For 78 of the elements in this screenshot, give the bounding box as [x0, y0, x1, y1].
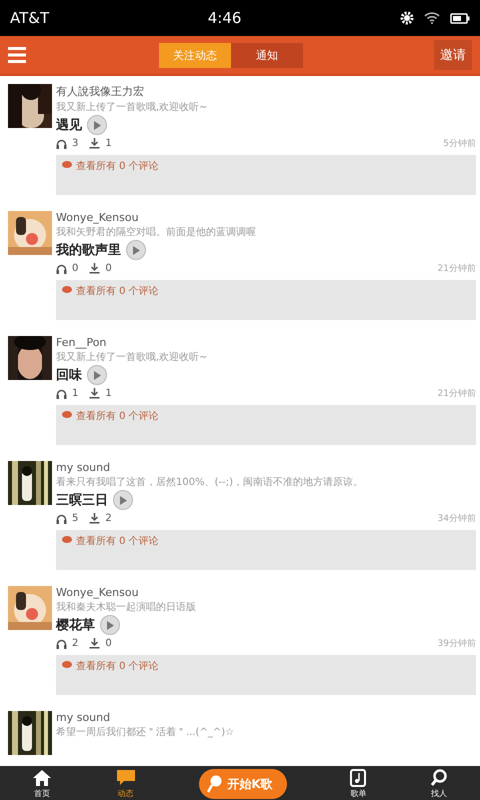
view-comments-link[interactable]: 查看所有 0 个评论: [76, 659, 159, 673]
play-count: 3: [72, 138, 78, 149]
music-note-icon: [350, 769, 366, 787]
speech-bubble-icon: [62, 161, 72, 169]
nav-tab[interactable]: 歌单: [350, 769, 366, 799]
post-time: 21分钟前: [438, 262, 476, 275]
download-icon: [89, 388, 100, 399]
nav-tab[interactable]: 找人: [430, 769, 448, 799]
download-count: 0: [105, 638, 112, 649]
clock: 4:46: [206, 9, 242, 27]
download-count: 1: [105, 138, 112, 149]
headphones-icon: [56, 264, 67, 274]
play-button[interactable]: [113, 490, 133, 510]
chat-icon: [116, 769, 136, 787]
user-name[interactable]: Fen__Pon: [56, 336, 476, 349]
play-count: 2: [72, 638, 78, 649]
nav-tab[interactable]: 首页: [32, 769, 52, 799]
play-count: 1: [72, 388, 78, 399]
headphones-icon: [56, 638, 67, 648]
view-comments-link[interactable]: 查看所有 0 个评论: [76, 409, 159, 423]
home-icon: [32, 769, 52, 787]
user-name[interactable]: Wonye_Kensou: [56, 586, 476, 599]
play-icon: [93, 120, 101, 130]
speech-bubble-icon: [62, 286, 72, 294]
download-count: 2: [105, 513, 112, 524]
play-button[interactable]: [87, 115, 107, 135]
post-time: 34分钟前: [438, 512, 476, 525]
song-title[interactable]: 遇见: [56, 116, 82, 134]
post-message: 我和矢野君的隔空对唱。前面是他的蓝调调喔: [56, 226, 257, 239]
post-message: 希望一周后我们都还＂活着＂...(^_^)☆: [56, 726, 236, 739]
speech-bubble-icon: [62, 661, 72, 669]
post-message: 我又新上传了一首歌哦,欢迎收听~: [56, 350, 209, 364]
download-icon: [89, 513, 100, 524]
post-message: 我和秦夫木聪一起演唱的日语版: [56, 600, 197, 614]
play-count: 5: [72, 513, 78, 524]
song-title[interactable]: 三暝三日: [56, 491, 108, 509]
play-count: 0: [72, 263, 78, 274]
search-icon: [430, 769, 448, 787]
play-button[interactable]: [100, 615, 120, 635]
user-name[interactable]: 有人說我像王力宏: [56, 84, 476, 99]
play-icon: [106, 620, 114, 630]
wifi-icon: [424, 12, 440, 24]
play-icon: [119, 496, 127, 504]
headphones-icon: [56, 388, 67, 398]
download-icon: [89, 138, 100, 149]
post-time: 21分钟前: [438, 388, 476, 400]
invite-button[interactable]: 邀请: [434, 40, 472, 70]
view-comments-link[interactable]: 查看所有 0 个评论: [76, 534, 159, 548]
speech-bubble-icon: [62, 411, 72, 419]
play-button[interactable]: [126, 240, 146, 260]
carrier: AT&T: [10, 9, 50, 27]
post-time: 5分钟前: [443, 138, 476, 150]
play-icon: [93, 370, 101, 380]
download-icon: [89, 263, 100, 274]
post-message: 看来只有我唱了这首，居然100%、(--;)，闽南语不准的地方请原谅。: [56, 476, 364, 489]
download-count: 0: [105, 263, 112, 274]
song-title[interactable]: 樱花草: [56, 616, 95, 634]
microphone-icon: [207, 775, 224, 793]
view-comments-link[interactable]: 查看所有 0 个评论: [76, 284, 159, 298]
post-time: 39分钟前: [438, 638, 476, 650]
headphones-icon: [56, 138, 67, 148]
tab[interactable]: 通知: [231, 42, 303, 68]
battery-icon: [450, 12, 470, 24]
song-title[interactable]: 回味: [56, 366, 82, 384]
speech-bubble-icon: [62, 536, 72, 544]
user-name[interactable]: Wonye_Kensou: [56, 211, 476, 224]
user-name[interactable]: my sound: [56, 461, 476, 474]
post-message: 我又新上传了一首歌哦,欢迎收听~: [56, 100, 209, 114]
nav-tab[interactable]: 动态: [116, 769, 136, 799]
headphones-icon: [56, 514, 67, 524]
play-button[interactable]: [87, 365, 107, 385]
view-comments-link[interactable]: 查看所有 0 个评论: [76, 159, 159, 173]
download-count: 1: [105, 388, 112, 399]
menu-button[interactable]: [8, 46, 28, 64]
play-icon: [132, 246, 140, 254]
user-name[interactable]: my sound: [56, 711, 476, 724]
download-icon: [89, 638, 100, 649]
song-title[interactable]: 我的歌声里: [56, 241, 121, 259]
